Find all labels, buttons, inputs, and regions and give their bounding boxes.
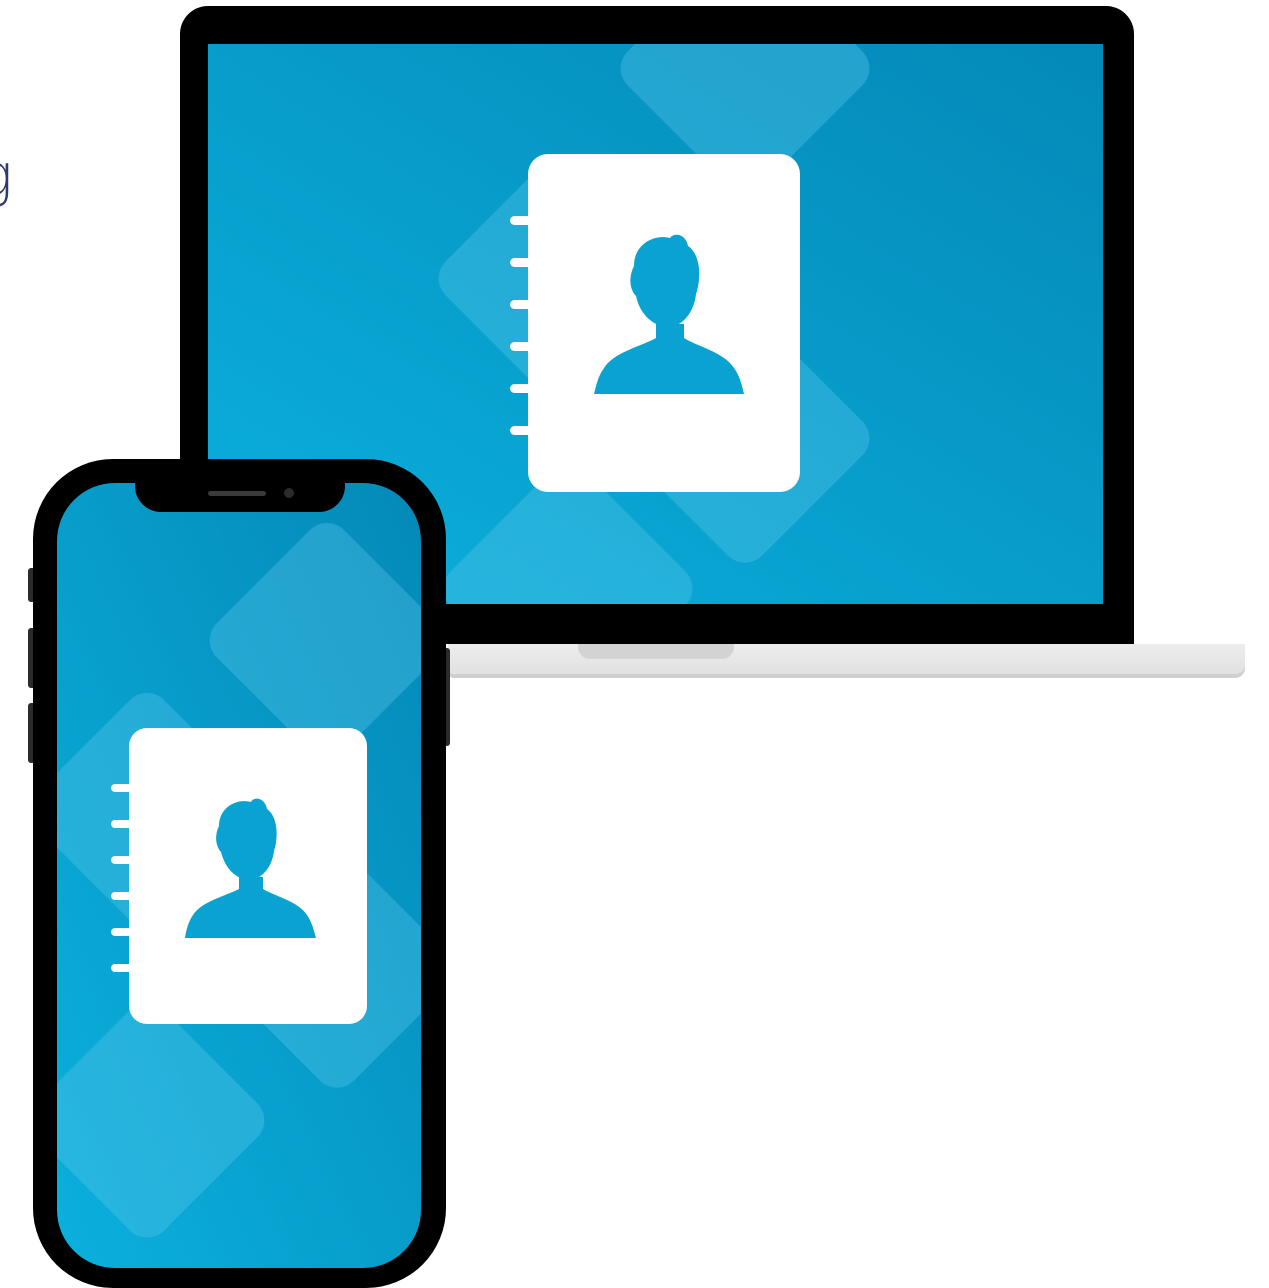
laptop-hinge-notch xyxy=(578,644,734,659)
phone-screen-art xyxy=(57,483,421,1268)
contact-book-icon xyxy=(510,154,800,492)
contact-book-icon xyxy=(111,728,367,1024)
phone-screen xyxy=(57,483,421,1268)
illustration-canvas: g xyxy=(0,0,1269,1288)
phone-speaker xyxy=(208,491,266,496)
laptop-base xyxy=(448,644,1245,674)
phone-notch xyxy=(135,481,345,512)
phone-front-camera xyxy=(284,488,294,498)
